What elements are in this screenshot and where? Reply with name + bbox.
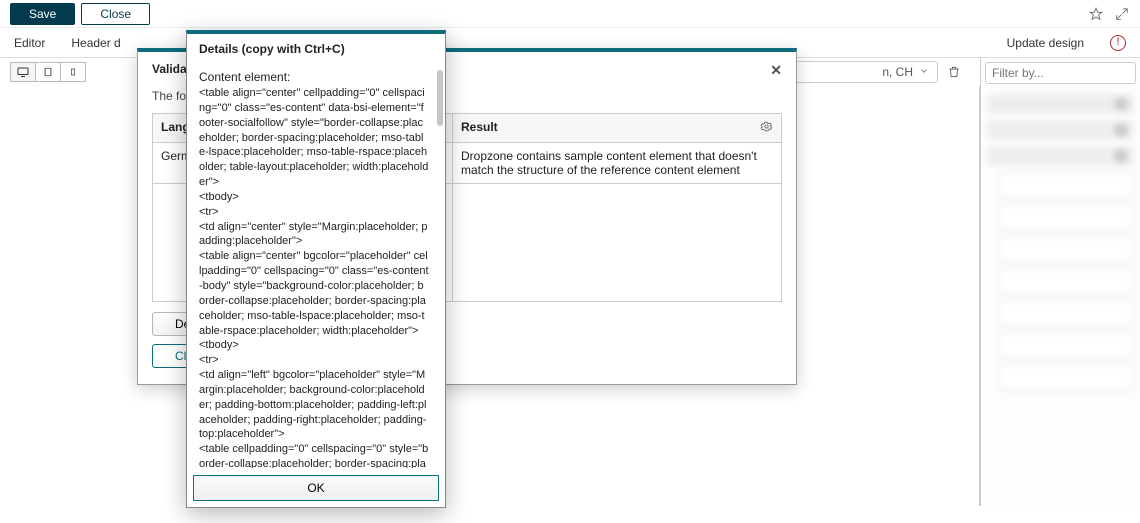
- panel-item[interactable]: [999, 204, 1134, 230]
- panel-item[interactable]: [999, 364, 1134, 390]
- device-mobile-button[interactable]: [60, 62, 86, 82]
- close-button[interactable]: Close: [81, 3, 150, 25]
- scrollbar-thumb[interactable]: [437, 70, 443, 126]
- trash-icon[interactable]: [946, 64, 962, 80]
- right-panel: [980, 58, 1140, 506]
- panel-item[interactable]: [999, 332, 1134, 358]
- close-icon[interactable]: ✕: [770, 62, 782, 79]
- editor-label: Editor: [14, 36, 45, 50]
- header-label: Header d: [71, 36, 120, 50]
- filter-input[interactable]: [985, 62, 1136, 84]
- language-value: n, CH: [882, 65, 913, 79]
- details-scroll[interactable]: Content element: <table align="center" c…: [199, 64, 433, 468]
- panel-item[interactable]: [999, 268, 1134, 294]
- expand-icon[interactable]: [1114, 6, 1130, 22]
- ok-button[interactable]: OK: [193, 475, 439, 501]
- chevron-down-icon: [919, 65, 929, 79]
- device-desktop-button[interactable]: [10, 62, 36, 82]
- panel-section[interactable]: [987, 120, 1134, 140]
- panel-section[interactable]: [987, 94, 1134, 114]
- details-modal: Details (copy with Ctrl+C) Content eleme…: [186, 30, 446, 508]
- save-button[interactable]: Save: [10, 3, 75, 25]
- panel-item[interactable]: [999, 236, 1134, 262]
- device-tablet-button[interactable]: [35, 62, 61, 82]
- cell-result: Dropzone contains sample content element…: [453, 143, 782, 184]
- panel-item[interactable]: [999, 300, 1134, 326]
- content-element-label: Content element:: [199, 70, 429, 84]
- panel-item[interactable]: [999, 172, 1134, 198]
- details-title: Details (copy with Ctrl+C): [187, 34, 445, 64]
- gear-icon[interactable]: [760, 120, 773, 136]
- star-icon[interactable]: [1088, 6, 1104, 22]
- top-toolbar: Save Close: [0, 0, 1140, 28]
- details-code[interactable]: <table align="center" cellpadding="0" ce…: [199, 86, 429, 468]
- update-design-link[interactable]: Update design: [1007, 36, 1084, 50]
- warning-icon[interactable]: !: [1110, 35, 1126, 51]
- col-result: Result: [453, 114, 782, 143]
- panel-section[interactable]: [987, 146, 1134, 166]
